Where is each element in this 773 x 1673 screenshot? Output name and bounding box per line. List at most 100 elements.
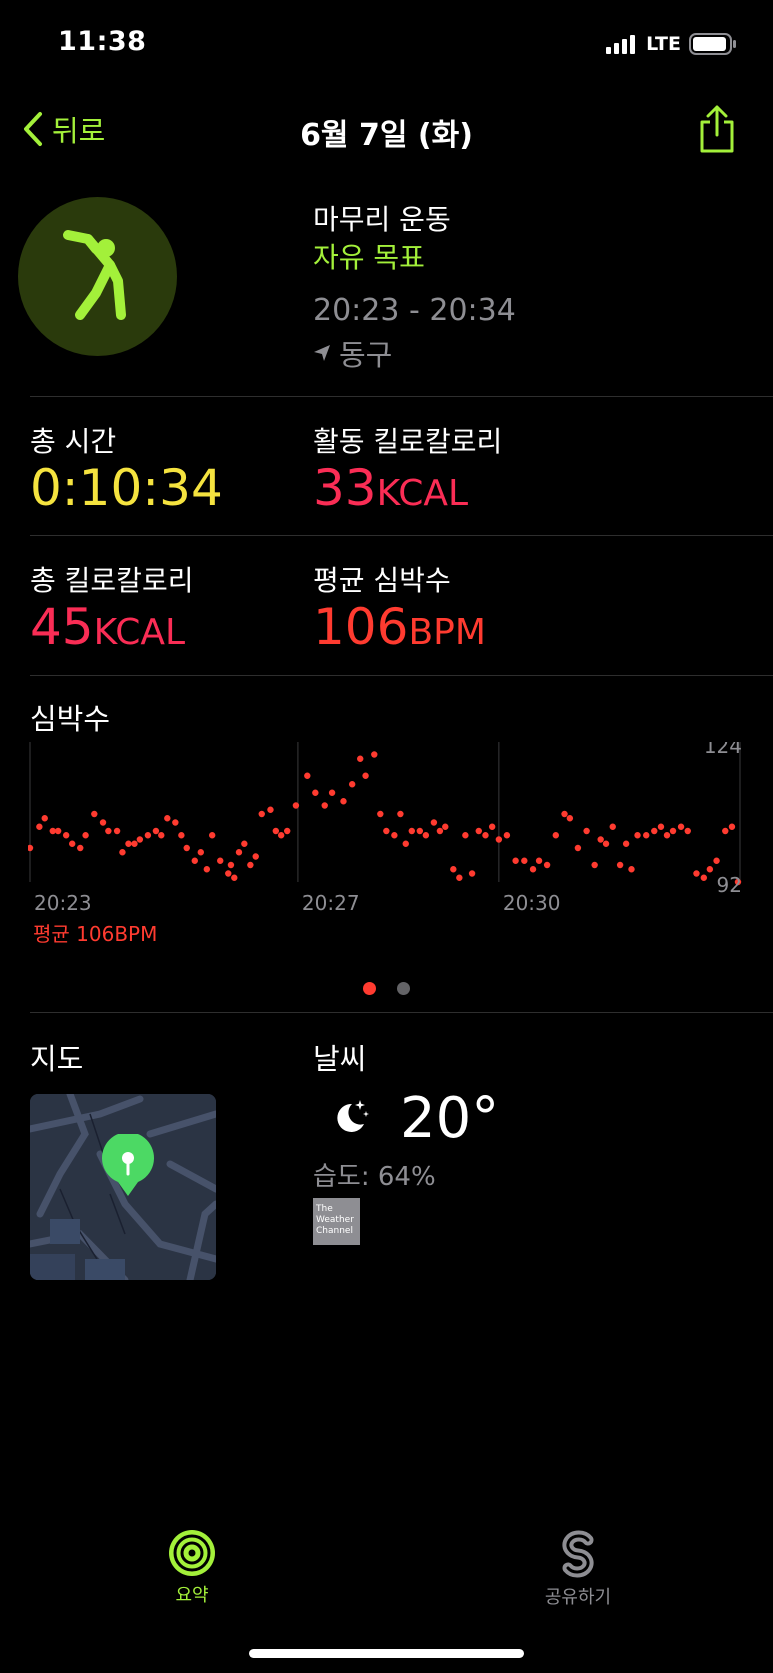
avg-hr-value: 106 — [313, 598, 409, 656]
heart-rate-point — [383, 827, 390, 835]
heart-rate-point — [597, 836, 604, 843]
heart-rate-point — [468, 870, 476, 877]
heart-rate-point — [634, 832, 641, 839]
heart-rate-point — [436, 827, 444, 835]
heart-rate-point — [535, 857, 543, 864]
heart-rate-point — [377, 810, 384, 818]
divider — [30, 535, 773, 536]
heart-rate-point — [82, 832, 89, 839]
workout-type-icon — [18, 197, 177, 356]
heart-rate-point — [684, 827, 691, 835]
heart-rate-point — [663, 832, 671, 839]
heart-rate-point — [503, 832, 511, 839]
heart-rate-point — [693, 870, 700, 877]
heart-rate-point — [178, 832, 185, 839]
active-kcal-readout: 33KCAL — [313, 463, 468, 513]
status-indicators: LTE — [606, 33, 737, 55]
heart-rate-point — [113, 827, 121, 835]
weather-title: 날씨 — [313, 1042, 367, 1076]
weather-channel-logo: The Weather Channel — [313, 1198, 360, 1245]
workout-name: 마무리 운동 — [313, 203, 451, 236]
heart-rate-point — [408, 827, 415, 835]
heart-rate-point — [62, 832, 70, 839]
map-pin-icon — [102, 1134, 154, 1196]
heart-rate-point — [561, 810, 568, 818]
heart-rate-point — [669, 827, 677, 835]
heart-rate-point — [643, 832, 650, 839]
heart-rate-point — [183, 844, 190, 852]
heart-rate-point — [430, 819, 438, 826]
page-indicator[interactable] — [397, 982, 410, 995]
network-type: LTE — [646, 33, 681, 55]
tab-share-label: 공유하기 — [544, 1587, 612, 1608]
heart-rate-point — [191, 857, 198, 864]
x-tick-label: 20:30 — [503, 891, 561, 915]
heart-rate-point — [292, 802, 300, 809]
heart-rate-point — [442, 823, 449, 830]
heart-rate-point — [616, 861, 624, 869]
heart-rate-point — [566, 815, 574, 822]
heart-rate-point — [348, 781, 356, 788]
heart-rate-point — [602, 840, 610, 847]
share-button[interactable] — [697, 104, 737, 158]
y-tick-label: 92 — [717, 873, 742, 897]
heart-rate-point — [462, 832, 469, 839]
active-kcal-unit: KCAL — [376, 473, 469, 514]
heart-rate-point — [512, 857, 519, 864]
activity-rings-icon — [169, 1530, 215, 1576]
heart-rate-point — [227, 861, 235, 869]
page-indicator-active[interactable] — [363, 982, 376, 995]
x-tick-label: 20:27 — [302, 891, 360, 915]
avg-hr-unit: BPM — [408, 612, 486, 653]
heart-rate-point — [340, 798, 347, 805]
heart-rate-point — [119, 849, 126, 856]
heart-rate-point — [203, 866, 211, 873]
temperature: 20° — [400, 1086, 500, 1151]
heart-rate-point — [628, 866, 635, 873]
battery-icon — [689, 33, 736, 55]
heart-rate-point — [91, 810, 98, 818]
heart-rate-point — [371, 751, 378, 758]
heart-rate-point — [622, 840, 630, 847]
heart-rate-point — [609, 823, 616, 830]
heart-rate-point — [357, 755, 364, 762]
heart-rate-chart[interactable]: 20:23 20:27 20:30 124 92 — [28, 742, 748, 932]
heart-rate-point — [402, 840, 409, 847]
active-kcal-value: 33 — [313, 459, 377, 517]
total-kcal-readout: 45KCAL — [30, 602, 185, 652]
heart-rate-point — [241, 840, 248, 847]
heart-rate-point — [328, 789, 336, 796]
workout-time-range: 20:23 - 20:34 — [313, 293, 516, 328]
divider — [30, 396, 773, 397]
tab-summary-label: 요약 — [175, 1585, 209, 1606]
total-time-label: 총 시간 — [30, 425, 117, 458]
total-time-value: 0:10:34 — [30, 459, 223, 517]
heart-rate-point — [208, 832, 216, 839]
home-indicator[interactable] — [249, 1649, 524, 1658]
sharing-icon — [562, 1530, 594, 1578]
share-icon — [700, 105, 734, 153]
heart-rate-point — [416, 827, 424, 835]
heart-rate-point — [136, 836, 144, 843]
heart-rate-point — [231, 874, 238, 881]
signal-icon — [606, 35, 636, 54]
heart-rate-point — [304, 772, 311, 779]
tab-share[interactable]: 공유하기 — [532, 1530, 624, 1609]
heart-rate-point — [713, 857, 720, 864]
heart-rate-point — [172, 819, 179, 826]
heart-rate-point — [217, 857, 224, 864]
total-kcal-unit: KCAL — [93, 612, 186, 653]
heart-rate-point — [152, 827, 160, 835]
heart-rate-point — [105, 827, 112, 835]
heart-rate-point — [321, 802, 328, 809]
heart-rate-point — [125, 840, 132, 847]
heart-rate-point — [41, 815, 48, 822]
heart-rate-point — [651, 827, 658, 835]
heart-rate-point — [197, 849, 205, 856]
heart-rate-point — [28, 844, 34, 852]
route-map[interactable] — [30, 1094, 216, 1280]
heart-rate-point — [521, 857, 528, 864]
heart-rate-point — [235, 849, 243, 856]
tab-summary[interactable]: 요약 — [152, 1530, 232, 1607]
heart-rate-point — [482, 832, 489, 839]
